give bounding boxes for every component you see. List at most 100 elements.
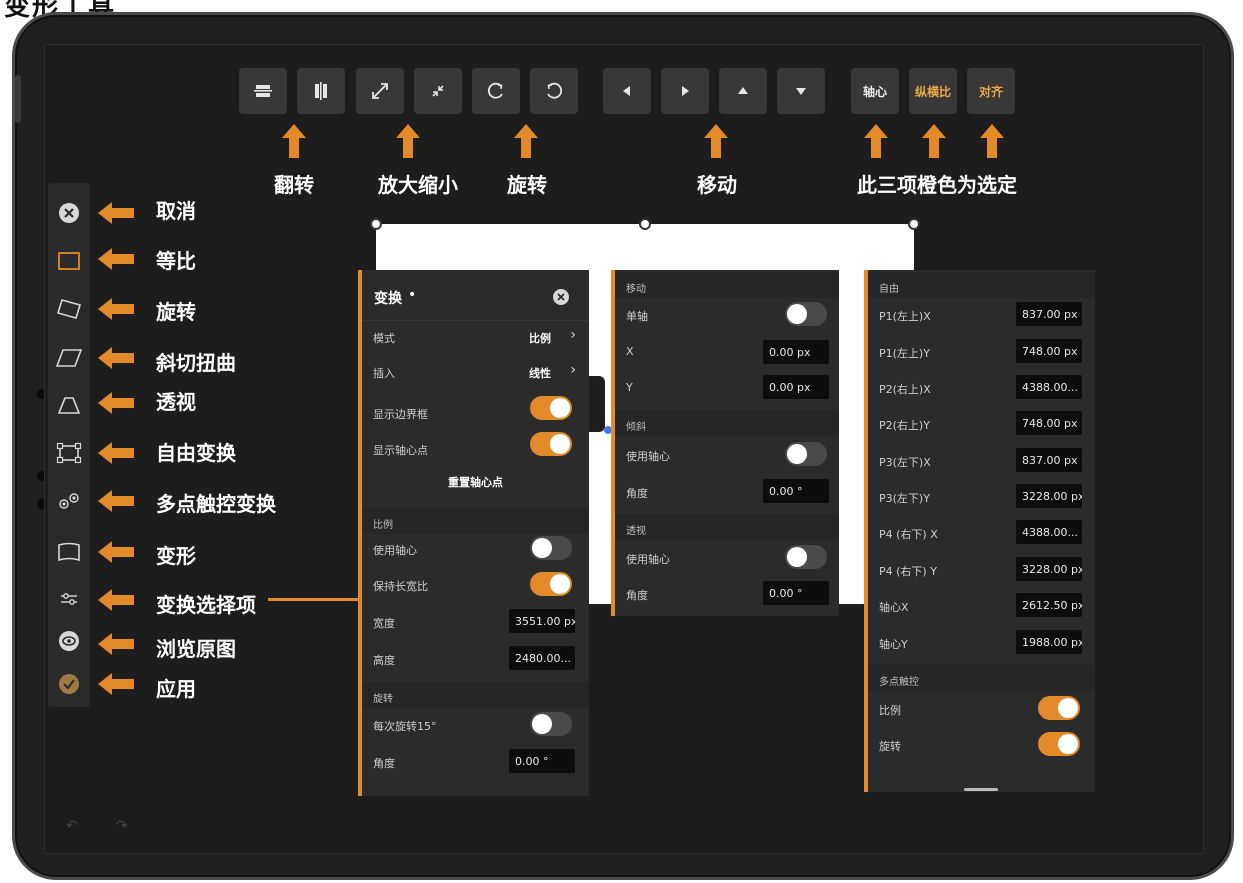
annotation-tool-rotate: 旋转 xyxy=(156,300,196,324)
parallelogram-icon xyxy=(56,349,82,367)
scale-down-button[interactable] xyxy=(414,68,462,114)
y-field[interactable]: 0.00 px xyxy=(763,375,829,399)
warp-tool[interactable] xyxy=(55,540,83,564)
skew-tool[interactable] xyxy=(55,346,83,370)
free-field[interactable]: 748.00 px xyxy=(1016,411,1082,435)
angle-field[interactable]: 0.00 ° xyxy=(509,749,575,773)
move-left-icon xyxy=(623,86,630,96)
move-right-button[interactable] xyxy=(661,68,709,114)
persp-angle-field[interactable]: 0.00 ° xyxy=(763,581,829,605)
redo-icon[interactable]: ↷ xyxy=(116,818,128,834)
annotation-rotate: 旋转 xyxy=(507,173,547,197)
annotation-tool-uniform: 等比 xyxy=(156,249,196,273)
free-field[interactable]: 2612.50 px xyxy=(1016,593,1082,617)
show-bbox-toggle[interactable] xyxy=(530,396,572,420)
skew-angle-label: 角度 xyxy=(626,487,648,500)
keep-ratio-label: 保持长宽比 xyxy=(373,580,428,593)
persp-pivot-toggle[interactable] xyxy=(785,545,827,569)
rotate-ccw-button[interactable] xyxy=(530,68,578,114)
mode-value: 比例 xyxy=(529,332,551,345)
free-field[interactable]: 4388.00... xyxy=(1016,520,1082,544)
skew-angle-field[interactable]: 0.00 ° xyxy=(763,479,829,503)
annotation-tool-apply: 应用 xyxy=(156,677,196,701)
single-axis-toggle[interactable] xyxy=(785,302,827,326)
height-field[interactable]: 2480.00... xyxy=(509,646,575,670)
rotate-ccw-icon xyxy=(547,82,563,99)
scale-up-button[interactable] xyxy=(356,68,404,114)
uniform-scale-tool[interactable] xyxy=(55,249,83,273)
eye-icon xyxy=(59,631,79,651)
arrow-up-icon xyxy=(396,124,420,158)
title-dot: • xyxy=(408,287,417,303)
transform-handle[interactable] xyxy=(908,218,920,230)
move-down-button[interactable] xyxy=(777,68,825,114)
scale-section: 比例 xyxy=(362,508,589,534)
checkmark-icon xyxy=(59,674,79,694)
rotate-cw-button[interactable] xyxy=(472,68,520,114)
flip-horizontal-button[interactable] xyxy=(297,68,345,114)
show-pivot-toggle[interactable] xyxy=(530,432,572,456)
width-field[interactable]: 3551.00 px xyxy=(509,609,575,633)
perspective-tool[interactable] xyxy=(55,393,83,417)
annotation-tool-perspective: 透视 xyxy=(156,390,196,414)
single-axis-label: 单轴 xyxy=(626,310,648,323)
show-bbox-label: 显示边界框 xyxy=(373,408,428,421)
aspect-ratio-button[interactable]: 纵横比 xyxy=(909,68,957,114)
preview-original-tool[interactable] xyxy=(55,629,83,653)
connector-line xyxy=(268,598,360,601)
rotate-tool[interactable] xyxy=(55,297,83,321)
keep-ratio-toggle[interactable] xyxy=(530,572,572,596)
free-row-label: P1(左上)X xyxy=(879,310,931,323)
mt-scale-toggle[interactable] xyxy=(1038,696,1080,720)
free-row-label: P3(左下)Y xyxy=(879,492,930,505)
close-icon xyxy=(553,289,569,305)
x-field[interactable]: 0.00 px xyxy=(763,340,829,364)
skew-use-pivot-label: 使用轴心 xyxy=(626,450,670,463)
free-field[interactable]: 837.00 px xyxy=(1016,448,1082,472)
free-transform-tool[interactable] xyxy=(55,441,83,465)
rotate-section-label: 旋转 xyxy=(373,694,393,705)
move-up-icon xyxy=(738,87,748,94)
rotate-step-toggle[interactable] xyxy=(530,712,572,736)
apply-tool[interactable] xyxy=(55,672,83,696)
transform-options-tool[interactable] xyxy=(55,587,83,611)
move-up-button[interactable] xyxy=(719,68,767,114)
annotation-flip: 翻转 xyxy=(274,173,314,197)
multitouch-section-label: 多点触控 xyxy=(879,677,919,688)
free-field[interactable]: 3228.00 px xyxy=(1016,557,1082,581)
free-field[interactable]: 3228.00 px xyxy=(1016,484,1082,508)
flip-vertical-button[interactable] xyxy=(239,68,287,114)
arrow-left-icon xyxy=(98,589,134,611)
cancel-tool[interactable] xyxy=(55,201,83,225)
transform-handle[interactable] xyxy=(370,218,382,230)
annotation-tool-free: 自由变换 xyxy=(156,441,236,465)
transform-handle[interactable] xyxy=(639,218,651,230)
pivot-button[interactable]: 轴心 xyxy=(851,68,899,114)
move-left-button[interactable] xyxy=(603,68,651,114)
reset-pivot-button[interactable]: 重置轴心点 xyxy=(362,474,589,490)
free-field[interactable]: 837.00 px xyxy=(1016,302,1082,326)
multitouch-tool[interactable] xyxy=(55,489,83,513)
panel-tab xyxy=(589,376,605,432)
move-section: 移动 xyxy=(615,272,839,298)
arrow-left-icon xyxy=(98,633,134,655)
free-field[interactable]: 748.00 px xyxy=(1016,339,1082,363)
skew-pivot-toggle[interactable] xyxy=(785,442,827,466)
annotation-orange-selected: 此三项橙色为选定 xyxy=(857,173,1017,197)
free-field[interactable]: 1988.00 px xyxy=(1016,630,1082,654)
mt-rotate-toggle[interactable] xyxy=(1038,732,1080,756)
close-panel-button[interactable] xyxy=(552,288,570,306)
free-panel: 自由 P1(左上)X 837.00 px P1(左上)Y 748.00 px P… xyxy=(868,270,1095,792)
arrow-left-icon xyxy=(98,248,134,270)
arrow-left-icon xyxy=(98,298,134,320)
free-field[interactable]: 4388.00... xyxy=(1016,375,1082,399)
align-button[interactable]: 对齐 xyxy=(967,68,1015,114)
panel-title: 变换 xyxy=(374,291,402,307)
annotation-tool-multitouch: 多点触控变换 xyxy=(156,492,276,516)
use-pivot-toggle[interactable] xyxy=(530,536,572,560)
mode-row[interactable]: 模式 比例 › xyxy=(362,327,589,350)
flip-horizontal-icon xyxy=(315,82,327,100)
interp-value: 线性 xyxy=(529,367,551,380)
undo-icon[interactable]: ↶ xyxy=(66,818,78,834)
interp-row[interactable]: 插入 线性 › xyxy=(362,362,589,385)
